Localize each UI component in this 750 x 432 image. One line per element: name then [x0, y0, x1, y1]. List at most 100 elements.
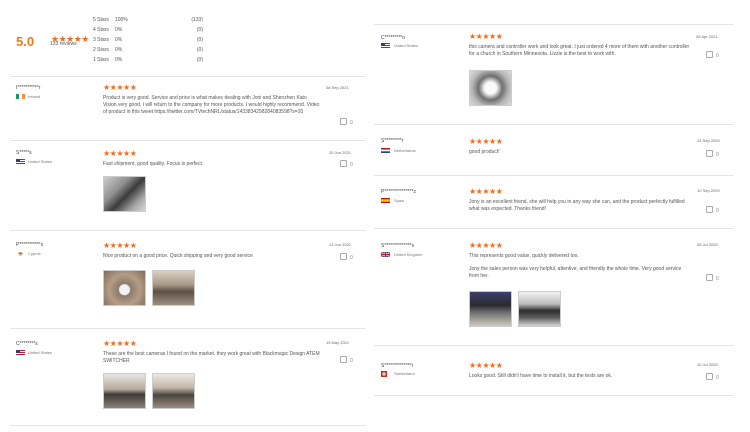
review-photo[interactable] [103, 373, 146, 409]
review-stars: ★★★★★ [469, 361, 503, 370]
histogram-percent: 0% [115, 27, 123, 33]
like-button[interactable]: 0 [706, 150, 719, 158]
like-count: 0 [716, 208, 719, 214]
review-text: These are the best cameras I found on th… [103, 351, 320, 364]
histogram-count: (0) [196, 47, 203, 53]
review-text: Nice product on a good price. Quick ship… [103, 253, 253, 259]
histogram-label: 1 Stars [93, 57, 109, 63]
review-photo[interactable] [103, 176, 146, 212]
reviewer-name: S**************r [381, 363, 414, 369]
thumbs-up-icon [706, 150, 713, 157]
histogram-row[interactable]: 4 Stars 0% (0) [93, 27, 203, 35]
flag-cyprus-icon [16, 251, 25, 256]
like-count: 0 [350, 162, 353, 168]
histogram-label: 3 Stars [93, 37, 109, 43]
reviewer-name: S*********r [381, 138, 404, 144]
histogram-count: (0) [196, 27, 203, 33]
like-button[interactable]: 0 [340, 253, 353, 261]
flag-united-kingdom-icon [381, 252, 390, 257]
review-date: 20 Jun 2021 [329, 150, 352, 155]
reviewer-country: United States [28, 350, 53, 355]
flag-netherlands-icon [381, 148, 390, 153]
review-stars: ★★★★★ [469, 137, 503, 146]
like-button[interactable]: 0 [340, 118, 353, 126]
histogram-count: (0) [196, 37, 203, 43]
review-date: 10 Jul 2020 [697, 362, 718, 367]
reviewer-country: United States [28, 159, 53, 164]
like-button[interactable]: 0 [340, 160, 353, 168]
reviewer-name: I***********r [16, 85, 41, 91]
like-button[interactable]: 0 [706, 373, 719, 381]
review-text: Looks good. Still didn't have time to in… [469, 373, 613, 379]
like-button[interactable]: 0 [340, 356, 353, 364]
divider [374, 24, 734, 25]
reviewer-country: United States [394, 43, 419, 48]
flag-ireland-icon [16, 94, 25, 99]
review-text: Jony is an excellent friend, she will he… [469, 199, 685, 212]
review-date: 26 Apr 2021 [696, 34, 718, 39]
histogram-row[interactable]: 2 Stars 0% (0) [93, 47, 203, 55]
like-count: 0 [350, 120, 353, 126]
divider [374, 228, 734, 229]
review-text: This represents good value, quickly deli… [469, 253, 579, 259]
review-stars: ★★★★★ [103, 339, 137, 348]
thumbs-up-icon [340, 253, 347, 260]
histogram-row[interactable]: 5 Stars 100% (133) [93, 17, 203, 25]
review-stars: ★★★★★ [103, 241, 137, 250]
histogram-row[interactable]: 1 Stars 0% (0) [93, 57, 203, 65]
review-date: 10 Sep 2020 [697, 188, 720, 193]
histogram-count: (0) [196, 57, 203, 63]
like-count: 0 [716, 276, 719, 282]
divider [374, 395, 734, 396]
reviewer-name: S**************s [381, 243, 415, 249]
histogram-label: 4 Stars [93, 27, 109, 33]
reviewer-name: S*****s [16, 150, 32, 156]
rating-histogram: 5 Stars 100% (133) 4 Stars 0% (0) 3 Stars 0% (… [93, 17, 203, 67]
histogram-row[interactable]: 3 Stars 0% (0) [93, 37, 203, 45]
reviewer-country: Switzerland [394, 371, 415, 376]
review-date: 13 Jun 2021 [329, 242, 352, 247]
thumbs-up-icon [340, 118, 347, 125]
review-date: 28 Jul 2020 [697, 242, 718, 247]
review-photo[interactable] [469, 70, 512, 106]
thumbs-up-icon [706, 51, 713, 58]
flag-switzerland-icon [381, 371, 387, 377]
reviewer-country: United Kingdom [394, 252, 423, 257]
divider [374, 124, 734, 125]
review-photo[interactable] [152, 373, 195, 409]
flag-united-states-icon [16, 350, 25, 355]
review-count: 133 reviews [50, 41, 77, 47]
review-stars: ★★★★★ [469, 187, 503, 196]
review-photo[interactable] [518, 291, 561, 327]
like-button[interactable]: 0 [706, 51, 719, 59]
thumbs-up-icon [706, 274, 713, 281]
review-date: 08 Sep 2021 [326, 85, 349, 90]
review-date: 24 Sep 2020 [697, 138, 720, 143]
divider [374, 175, 734, 176]
like-button[interactable]: 0 [706, 206, 719, 214]
review-photo[interactable] [152, 270, 195, 306]
like-button[interactable]: 0 [706, 274, 719, 282]
review-photo[interactable] [469, 291, 512, 327]
review-photo[interactable] [103, 270, 146, 306]
divider [10, 230, 366, 231]
histogram-label: 5 Stars [93, 17, 109, 23]
review-text: this camera and controller work and look… [469, 44, 690, 57]
reviewer-country: Spain [394, 198, 405, 203]
thumbs-up-icon [706, 206, 713, 213]
divider [374, 345, 734, 346]
like-count: 0 [716, 375, 719, 381]
reviewer-name: P***********s [16, 242, 44, 248]
like-count: 0 [716, 53, 719, 59]
like-count: 0 [350, 255, 353, 261]
reviewer-name: P***************z [381, 189, 417, 195]
thumbs-up-icon [340, 356, 347, 363]
reviewer-country: Cyprus [28, 251, 41, 256]
review-text: Fast shipment, good quality. Focus is pe… [103, 161, 204, 167]
histogram-percent: 0% [115, 37, 123, 43]
thumbs-up-icon [340, 160, 347, 167]
histogram-label: 2 Stars [93, 47, 109, 53]
divider [10, 140, 366, 141]
thumbs-up-icon [706, 373, 713, 380]
histogram-percent: 0% [115, 57, 123, 63]
